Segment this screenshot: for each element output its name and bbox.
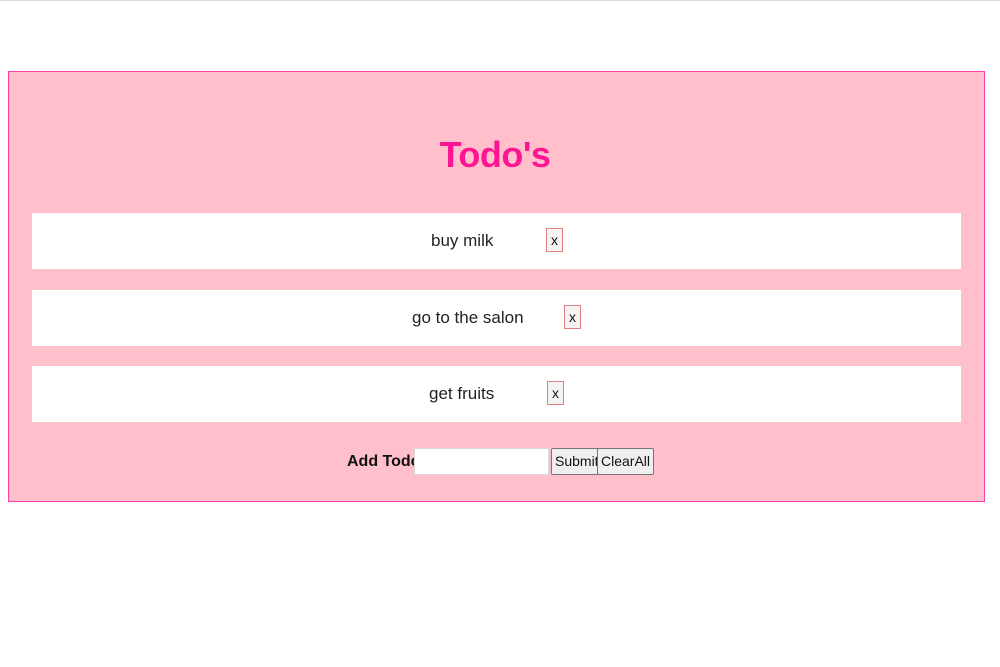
submit-button[interactable]: Submit: [551, 448, 603, 475]
delete-todo-button[interactable]: x: [547, 381, 564, 405]
todo-item: buy milk x: [32, 213, 961, 269]
delete-todo-button[interactable]: x: [546, 228, 563, 252]
todo-item: go to the salon x: [32, 290, 961, 346]
todo-item-text: go to the salon: [412, 308, 524, 327]
page-title: Todo's: [439, 134, 551, 175]
browser-top-border: [0, 0, 1000, 1]
delete-todo-button[interactable]: x: [564, 305, 581, 329]
add-todo-input[interactable]: [414, 448, 549, 475]
clear-all-button[interactable]: ClearAll: [597, 448, 655, 475]
todo-item-text: buy milk: [431, 231, 494, 250]
todo-item: get fruits x: [32, 366, 961, 422]
todo-item-text: get fruits: [429, 384, 495, 403]
